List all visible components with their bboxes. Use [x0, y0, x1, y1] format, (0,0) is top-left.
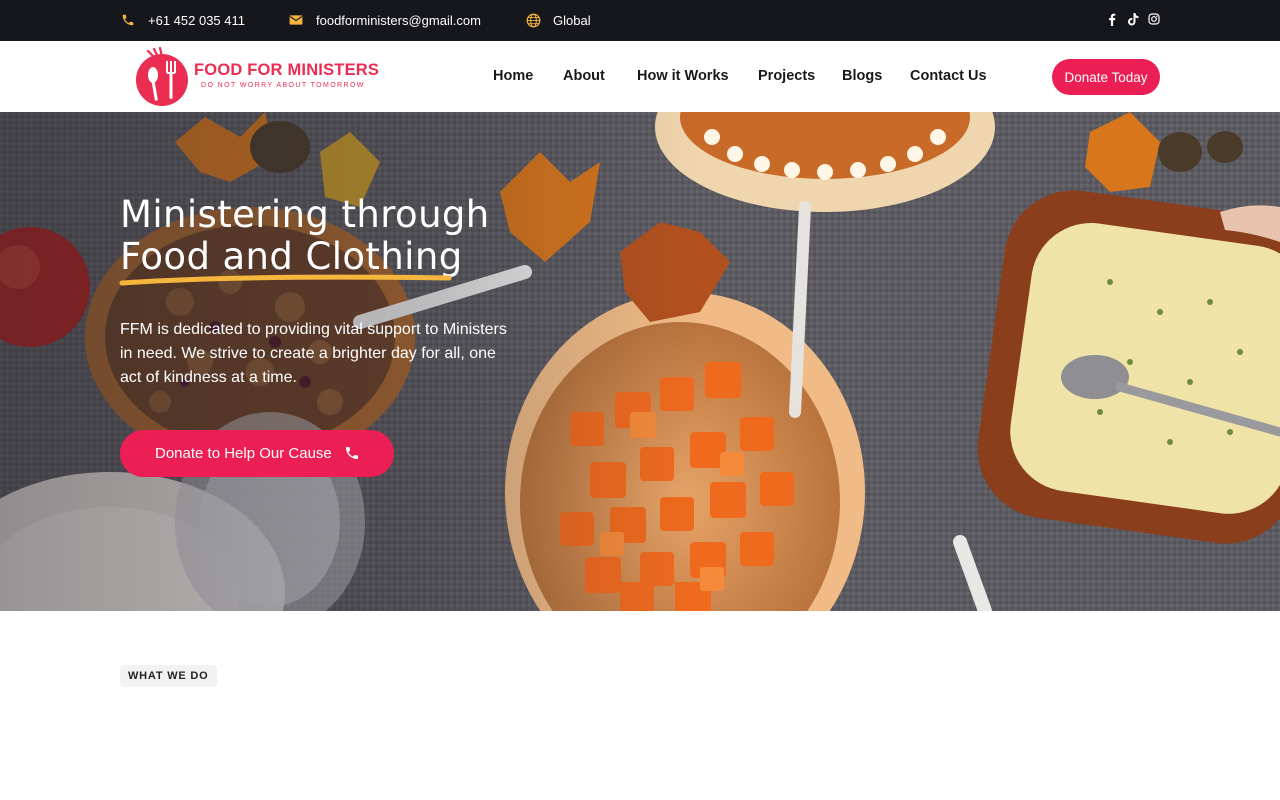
nav-about[interactable]: About [563, 68, 605, 84]
nav-contact-us[interactable]: Contact Us [910, 68, 987, 84]
nav-home[interactable]: Home [493, 68, 533, 84]
logo-title: FOOD FOR MINISTERS [194, 61, 380, 79]
donate-help-cause-button[interactable]: Donate to Help Our Cause [120, 430, 394, 477]
region-selector[interactable]: Global [525, 12, 591, 28]
donate-today-button[interactable]: Donate Today [1052, 59, 1160, 95]
contact-email[interactable]: foodforministers@gmail.com [288, 12, 481, 28]
email-text: foodforministers@gmail.com [316, 12, 481, 28]
facebook-icon[interactable] [1106, 12, 1118, 26]
section-eyebrow-badge: WHAT WE DO [120, 665, 217, 687]
globe-icon [525, 12, 541, 28]
logo-mark-icon [136, 47, 188, 106]
hero-title-line1: Ministering through [120, 193, 490, 236]
social-links [1106, 12, 1160, 26]
nav-blogs[interactable]: Blogs [842, 68, 882, 84]
phone-icon [346, 447, 358, 459]
hero-title: Ministering through Food and Clothing [120, 194, 490, 278]
logo-tagline: DO NOT WORRY ABOUT TOMORROW [201, 82, 365, 89]
hero-description: FFM is dedicated to providing vital supp… [120, 321, 507, 386]
cta-label: Donate to Help Our Cause [155, 445, 332, 462]
phone-icon [120, 12, 136, 28]
nav-projects[interactable]: Projects [758, 68, 815, 84]
nav-how-it-works[interactable]: How it Works [637, 68, 729, 84]
region-text: Global [553, 12, 591, 28]
site-logo[interactable]: FOOD FOR MINISTERS DO NOT WORRY ABOUT TO… [134, 45, 394, 109]
hero-section: Ministering through Food and Clothing FF… [0, 112, 1280, 611]
contact-phone[interactable]: +61 452 035 411 [120, 12, 245, 28]
tiktok-icon[interactable] [1127, 12, 1139, 26]
phone-text: +61 452 035 411 [148, 12, 245, 28]
instagram-icon[interactable] [1148, 12, 1160, 26]
mail-icon [288, 12, 304, 28]
top-bar: +61 452 035 411 foodforministers@gmail.c… [0, 0, 1280, 41]
site-header: FOOD FOR MINISTERS DO NOT WORRY ABOUT TO… [0, 41, 1280, 112]
title-underline-stroke [119, 274, 452, 286]
